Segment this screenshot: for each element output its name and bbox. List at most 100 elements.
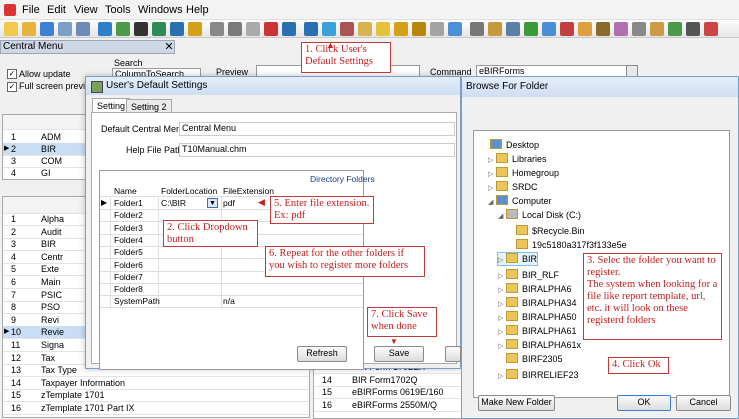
tree-item[interactable]: ▷ SRDC <box>488 181 538 193</box>
g-icon[interactable] <box>412 22 426 36</box>
file-extension-cell[interactable]: pdf <box>223 198 235 208</box>
folder-name-cell[interactable]: Folder7 <box>114 272 143 282</box>
menu-view[interactable]: View <box>74 4 98 16</box>
extra-button[interactable] <box>445 346 461 362</box>
folder-name-cell[interactable]: Folder1 <box>114 198 143 208</box>
table-row[interactable]: 14 BIR Form1702Q <box>314 374 462 387</box>
file-extension-cell[interactable]: n/a <box>223 296 235 306</box>
expander-icon[interactable]: ▷ <box>488 183 496 195</box>
upload-icon[interactable] <box>98 22 112 36</box>
check-icon[interactable] <box>524 22 538 36</box>
cancel-button[interactable]: Cancel <box>676 395 731 411</box>
refresh-button[interactable]: Refresh <box>297 346 347 362</box>
folder-name-cell[interactable]: SystemPath <box>114 296 160 306</box>
folder-name-cell[interactable]: Folder8 <box>114 284 143 294</box>
close-icon[interactable]: ✕ <box>164 41 174 53</box>
folder-name-cell[interactable]: Folder5 <box>114 247 143 257</box>
preview-icon[interactable] <box>76 22 90 36</box>
table-row[interactable]: 14 Taxpayer Information <box>3 377 309 390</box>
export-icon[interactable] <box>488 22 502 36</box>
expander-icon[interactable]: ▷ <box>498 327 506 339</box>
tree-item[interactable]: ▷ BIR_RLF <box>498 269 559 281</box>
chart-icon[interactable] <box>560 22 574 36</box>
allow-update-checkbox[interactable]: ✓ <box>7 69 17 79</box>
folder-name-cell[interactable]: Folder3 <box>114 223 143 233</box>
tree-item[interactable]: ▷ BIRALPHA61 <box>498 325 577 337</box>
table-row[interactable]: 16 eBIRForms 2550M/Q <box>314 399 462 412</box>
cut-icon[interactable] <box>210 22 224 36</box>
tree-item[interactable]: ▷ BIRALPHA50 <box>498 311 577 323</box>
calendar-icon[interactable] <box>322 22 336 36</box>
key-icon[interactable] <box>596 22 610 36</box>
tools-icon[interactable] <box>188 22 202 36</box>
expander-icon[interactable]: ▷ <box>498 313 506 325</box>
tree-item[interactable]: ◢ Computer <box>488 195 552 207</box>
table-icon[interactable] <box>578 22 592 36</box>
full-screen-checkbox[interactable]: ✓ <box>7 82 17 92</box>
help-file-field[interactable]: T10Manual.chm <box>179 143 455 157</box>
user-settings-icon[interactable] <box>358 22 372 36</box>
expander-icon[interactable]: ▷ <box>498 299 506 311</box>
folder-name-cell[interactable]: Folder2 <box>114 210 143 220</box>
table-row[interactable]: 4 GI <box>3 167 85 179</box>
module-icon[interactable] <box>340 22 354 36</box>
folder-name-cell[interactable]: Folder6 <box>114 260 143 270</box>
save-button[interactable]: Save <box>374 346 424 362</box>
menu-windows[interactable]: Windows <box>138 4 183 16</box>
info-icon[interactable] <box>304 22 318 36</box>
tree-item[interactable]: ▷ BIRALPHA6 <box>498 283 572 295</box>
settings-icon[interactable] <box>632 22 646 36</box>
refresh-icon[interactable] <box>152 22 166 36</box>
folder-dropdown-button[interactable]: ▼ <box>207 198 218 208</box>
tree-item[interactable]: ▷ Homegroup <box>488 167 559 179</box>
menu-edit[interactable]: Edit <box>47 4 66 16</box>
new-icon[interactable] <box>4 22 18 36</box>
tree-item[interactable]: $Recycle.Bin <box>508 225 585 237</box>
tree-item[interactable]: Desktop <box>482 139 539 151</box>
tree-item[interactable]: ▷ BIR <box>496 252 539 267</box>
help-icon[interactable] <box>282 22 296 36</box>
monitor-icon[interactable] <box>448 22 462 36</box>
sync-icon[interactable] <box>668 22 682 36</box>
delete-icon[interactable] <box>264 22 278 36</box>
menu-file[interactable]: File <box>22 4 40 16</box>
expander-icon[interactable]: ▷ <box>498 255 506 267</box>
close-icon[interactable] <box>704 22 718 36</box>
expander-icon[interactable]: ◢ <box>498 211 506 223</box>
expander-icon[interactable]: ▷ <box>498 271 506 283</box>
central-menu-tab[interactable]: Central Menu <box>0 40 175 54</box>
tree-item[interactable]: BIRF2305 <box>498 353 563 365</box>
expander-icon[interactable]: ▷ <box>488 155 496 167</box>
star-icon[interactable] <box>376 22 390 36</box>
pin-icon[interactable] <box>430 22 444 36</box>
folder-icon[interactable] <box>394 22 408 36</box>
folder-name-cell[interactable]: Folder4 <box>114 235 143 245</box>
tab-setting[interactable]: Setting <box>92 98 131 113</box>
tree-item[interactable]: ▷ Libraries <box>488 153 547 165</box>
paste-icon[interactable] <box>246 22 260 36</box>
table-row[interactable]: 16 zTemplate 1701 Part IX <box>3 402 309 415</box>
menu-help[interactable]: Help <box>186 4 209 16</box>
menu-group-grid[interactable]: 1 ADM ▶ 2 BIR 3 COM 4 GI <box>2 114 86 180</box>
expander-icon[interactable]: ▷ <box>488 169 496 181</box>
expander-icon[interactable]: ▷ <box>498 371 506 383</box>
table-row[interactable]: 15 zTemplate 1701 <box>3 389 309 403</box>
save-icon[interactable] <box>40 22 54 36</box>
folder-location-cell[interactable]: C:\BIR <box>161 198 186 208</box>
tree-item[interactable]: ▷ BIRALPHA61x <box>498 339 581 351</box>
grid-icon[interactable] <box>542 22 556 36</box>
copy-icon[interactable] <box>228 22 242 36</box>
make-new-folder-button[interactable]: Make New Folder <box>478 395 555 411</box>
expander-icon[interactable]: ▷ <box>498 341 506 353</box>
brush-icon[interactable] <box>614 22 628 36</box>
calculator-icon[interactable] <box>506 22 520 36</box>
run-icon[interactable] <box>134 22 148 36</box>
gear-icon[interactable] <box>470 22 484 36</box>
camera-icon[interactable] <box>686 22 700 36</box>
tag-icon[interactable] <box>650 22 664 36</box>
table-row[interactable]: 15 eBIRForms 0619E/160 <box>314 386 462 399</box>
tree-item[interactable]: ▷ BIRALPHA34 <box>498 297 577 309</box>
default-central-menu-field[interactable]: Central Menu <box>179 122 455 136</box>
report-icon[interactable] <box>116 22 130 36</box>
tree-item[interactable]: ◢ Local Disk (C:) <box>498 209 581 221</box>
